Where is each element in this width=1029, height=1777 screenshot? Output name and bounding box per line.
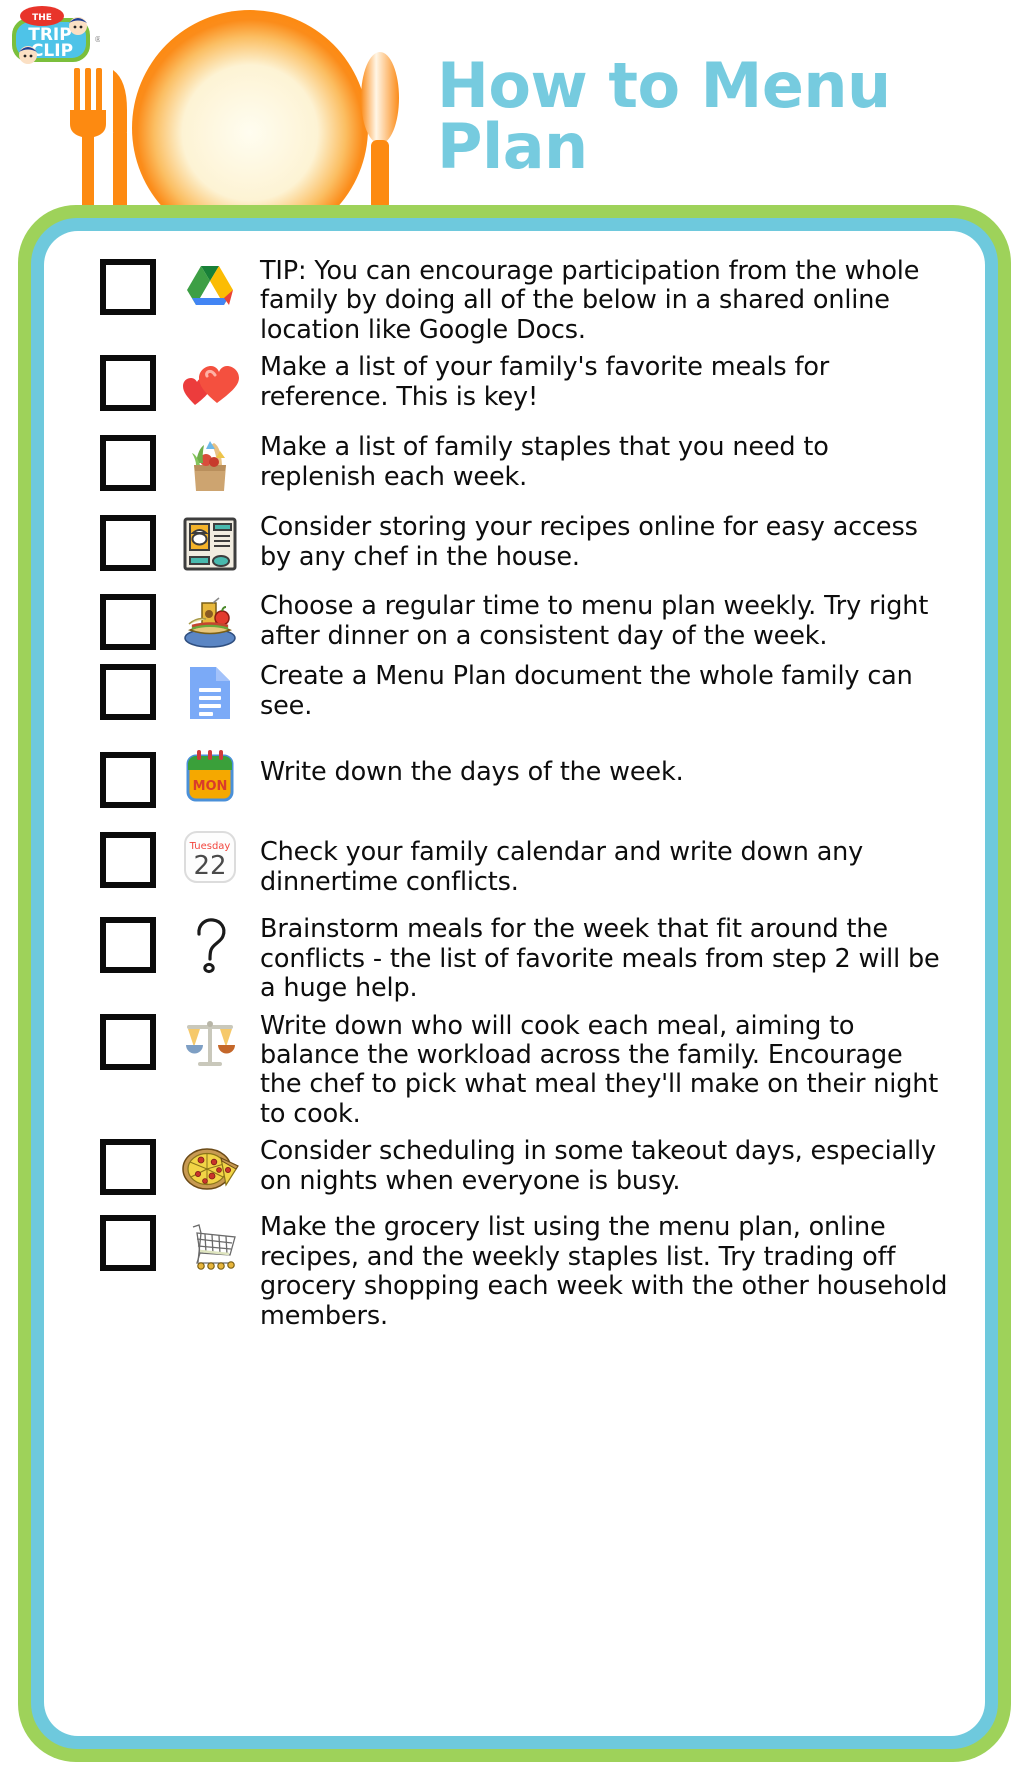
logo-girl-face-icon [19, 46, 37, 64]
logo-clip-text: CLIP [31, 41, 73, 61]
logo-boy-face-icon [69, 17, 87, 35]
checklist-frame-outer: TIP: You can encourage participation fro… [18, 205, 1011, 1762]
calendar-date-icon: Tuesday 22 [178, 826, 242, 888]
list-item[interactable]: Make a list of your family's favorite me… [100, 351, 951, 415]
checklist-frame-inner: TIP: You can encourage participation fro… [31, 218, 998, 1749]
calendar-day-label: MON [193, 779, 228, 794]
list-item-text: Make a list of your family's favorite me… [260, 352, 830, 412]
checkbox-0[interactable] [100, 259, 156, 315]
list-item[interactable]: Consider storing your recipes online for… [100, 511, 951, 575]
list-item[interactable]: Write down who will cook each meal, aimi… [100, 1010, 951, 1130]
list-item[interactable]: Consider scheduling in some takeout days… [100, 1135, 951, 1199]
page-header: THE TRIP CLIP ® How to Menu Plan [0, 0, 1029, 210]
calendar-date-number: 22 [193, 851, 226, 881]
list-item-text: Make the grocery list using the menu pla… [260, 1212, 948, 1331]
list-item[interactable]: Brainstorm meals for the week that fit a… [100, 913, 951, 1003]
google-docs-icon [178, 662, 242, 724]
list-item-text: Consider scheduling in some takeout days… [260, 1136, 936, 1196]
pizza-icon [178, 1137, 242, 1199]
list-item-text: Write down the days of the week. [260, 757, 684, 788]
list-item[interactable]: Create a Menu Plan document the whole fa… [100, 660, 951, 724]
list-item-text: Create a Menu Plan document the whole fa… [260, 661, 913, 721]
list-item-text: Consider storing your recipes online for… [260, 512, 918, 572]
registered-mark: ® [94, 35, 100, 44]
google-drive-icon [178, 257, 242, 319]
checkbox-1[interactable] [100, 355, 156, 412]
balance-scale-icon [178, 1012, 242, 1074]
checkbox-4[interactable] [100, 594, 156, 651]
trip-clip-logo[interactable]: THE TRIP CLIP ® [8, 4, 100, 76]
checkbox-2[interactable] [100, 435, 156, 492]
checkbox-5[interactable] [100, 664, 156, 721]
list-item-text: Make a list of family staples that you n… [260, 432, 829, 492]
list-item-text: TIP: You can encourage participation fro… [260, 256, 920, 345]
lunch-tray-icon [178, 592, 242, 654]
list-item-text: Check your family calendar and write dow… [260, 837, 864, 897]
list-item[interactable]: Choose a regular time to menu plan weekl… [100, 590, 951, 654]
fork-icon [70, 68, 106, 210]
list-item[interactable]: MON Write down the days of the week. [100, 744, 951, 809]
checkbox-11[interactable] [100, 1215, 156, 1272]
list-item-text: Write down who will cook each meal, aimi… [260, 1010, 939, 1129]
question-mark-icon [178, 915, 242, 977]
list-item[interactable]: Make a list of family staples that you n… [100, 431, 951, 495]
plate-icon [132, 10, 368, 210]
checkbox-10[interactable] [100, 1139, 156, 1196]
page-title: How to Menu Plan [437, 49, 891, 183]
checkbox-9[interactable] [100, 1013, 156, 1070]
shopping-cart-icon [178, 1213, 242, 1275]
calendar-mon-icon: MON [178, 746, 242, 808]
checklist: TIP: You can encourage participation fro… [100, 255, 951, 1331]
list-item-text: Choose a regular time to menu plan weekl… [260, 591, 929, 651]
list-item[interactable]: Make the grocery list using the menu pla… [100, 1211, 951, 1331]
two-hearts-icon [178, 353, 242, 415]
list-item[interactable]: Tuesday 22 Check your family calendar an… [100, 824, 951, 897]
logo-the-text: THE [32, 13, 52, 23]
checkbox-8[interactable] [100, 917, 156, 974]
checkbox-7[interactable] [100, 832, 156, 889]
checkbox-3[interactable] [100, 515, 156, 572]
list-item-text: Brainstorm meals for the week that fit a… [260, 914, 940, 1004]
checklist-card: TIP: You can encourage participation fro… [44, 231, 985, 1736]
list-item[interactable]: TIP: You can encourage participation fro… [100, 255, 951, 345]
recipe-card-icon [178, 513, 242, 575]
checkbox-6[interactable] [100, 752, 156, 809]
knife-icon [113, 70, 127, 210]
grocery-bag-icon [178, 433, 242, 495]
